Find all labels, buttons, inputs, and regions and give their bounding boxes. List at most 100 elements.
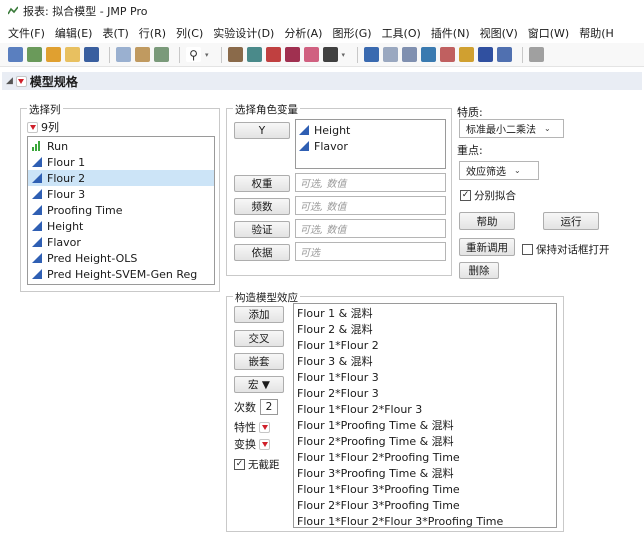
new-script-icon[interactable]: [27, 47, 42, 62]
paste-icon[interactable]: [135, 47, 150, 62]
model-effects-list[interactable]: Flour 1 & 混料 Flour 2 & 混料 Flour 1*Flour 2F…: [293, 303, 557, 528]
distribution-icon[interactable]: [227, 47, 243, 62]
red-triangle-menu-icon[interactable]: [27, 121, 38, 133]
effect-item[interactable]: Flour 3*Proofing Time & 混料: [294, 465, 556, 481]
list-item[interactable]: Flavor: [28, 234, 214, 250]
rows-icon[interactable]: [478, 47, 494, 62]
columns-list[interactable]: Run Flour 1 Flour 2 Flour 3 Proofing Time Hei…: [27, 136, 215, 285]
weight-field[interactable]: 可选, 数值: [295, 173, 446, 192]
red-triangle-menu-icon[interactable]: [259, 438, 270, 450]
menu-edit[interactable]: 编辑(E): [55, 25, 93, 41]
fit-model-icon[interactable]: [265, 47, 281, 62]
table-view-icon[interactable]: [402, 47, 418, 62]
columns-count: 9列: [41, 121, 59, 134]
menu-tools[interactable]: 工具(O): [382, 25, 421, 41]
validation-field[interactable]: 可选, 数值: [295, 219, 446, 238]
nest-button[interactable]: 嵌套: [234, 353, 284, 370]
effect-item[interactable]: Flour 1*Flour 3*Proofing Time: [294, 481, 556, 497]
list-item[interactable]: Pred Height-SVEM-Gen Reg: [28, 266, 214, 282]
weight-role-button[interactable]: 权重: [234, 175, 290, 192]
list-item[interactable]: Flour 2: [28, 170, 214, 186]
recall-button[interactable]: 重新调用: [459, 238, 515, 256]
journal-icon[interactable]: [497, 47, 513, 62]
new-data-table-icon[interactable]: [8, 47, 23, 62]
effect-item[interactable]: Flour 2*Flour 3: [294, 385, 556, 401]
remove-button[interactable]: 删除: [459, 262, 499, 279]
dashboard-icon[interactable]: [421, 47, 437, 62]
no-intercept-checkbox[interactable]: ✓: [234, 459, 245, 470]
list-item[interactable]: Run: [28, 138, 214, 154]
search-icon[interactable]: ⚲: [186, 47, 201, 62]
list-item[interactable]: Pred Height-OLS: [28, 250, 214, 266]
script-window-icon[interactable]: [154, 47, 169, 62]
effect-item[interactable]: Flour 2 & 混料: [294, 321, 556, 337]
help-button[interactable]: 帮助: [459, 212, 515, 230]
column-label: Flour 1: [47, 155, 86, 169]
copy-icon[interactable]: [116, 47, 131, 62]
cross-button[interactable]: 交叉: [234, 330, 284, 347]
fit-y-by-x-icon[interactable]: [246, 47, 262, 62]
graph-builder-icon[interactable]: [364, 47, 380, 62]
chevron-down-icon[interactable]: ▾: [205, 51, 209, 59]
menu-cols[interactable]: 列(C): [176, 25, 203, 41]
menu-view[interactable]: 视图(V): [480, 25, 518, 41]
effect-item[interactable]: Flour 1 & 混料: [294, 305, 556, 321]
sort-icon[interactable]: [322, 47, 338, 62]
effect-item[interactable]: Flour 3 & 混料: [294, 353, 556, 369]
chevron-down-icon[interactable]: ▾: [342, 51, 346, 59]
effect-item[interactable]: Flour 2*Flour 3*Proofing Time: [294, 497, 556, 513]
effect-item[interactable]: Flour 1*Proofing Time & 混料: [294, 417, 556, 433]
run-button[interactable]: 运行: [543, 212, 599, 230]
effect-item[interactable]: Flour 1*Flour 2*Proofing Time: [294, 449, 556, 465]
column-label: Flavor: [47, 235, 81, 249]
open-folder-icon[interactable]: [65, 47, 80, 62]
menu-help[interactable]: 帮助(H: [579, 25, 614, 41]
save-icon[interactable]: [84, 47, 99, 62]
red-triangle-menu-icon[interactable]: [259, 421, 270, 433]
freq-role-button[interactable]: 频数: [234, 198, 290, 215]
new-project-icon[interactable]: [46, 47, 61, 62]
bubble-plot-icon[interactable]: [440, 47, 456, 62]
macros-button[interactable]: 宏 ▼: [234, 376, 284, 393]
effect-item[interactable]: Flour 2*Proofing Time & 混料: [294, 433, 556, 449]
fit-separately-checkbox[interactable]: ✓: [460, 190, 471, 201]
y-role-button[interactable]: Y: [234, 122, 290, 139]
menu-window[interactable]: 窗口(W): [528, 25, 569, 41]
effect-item[interactable]: Flour 1*Flour 3: [294, 369, 556, 385]
menu-table[interactable]: 表(T): [102, 25, 128, 41]
y-role-list[interactable]: Height Flavor: [295, 119, 446, 169]
multivariate-icon[interactable]: [284, 47, 300, 62]
menu-rows[interactable]: 行(R): [139, 25, 166, 41]
by-role-button[interactable]: 依据: [234, 244, 290, 261]
validation-role-button[interactable]: 验证: [234, 221, 290, 238]
menu-graph[interactable]: 图形(G): [332, 25, 371, 41]
list-item[interactable]: Proofing Time: [28, 202, 214, 218]
layout-icon[interactable]: [529, 47, 545, 62]
freq-field[interactable]: 可选, 数值: [295, 196, 446, 215]
menu-file[interactable]: 文件(F): [8, 25, 45, 41]
list-item[interactable]: Flavor: [296, 138, 445, 154]
effect-item[interactable]: Flour 1*Flour 2*Flour 3: [294, 401, 556, 417]
tabulate-icon[interactable]: [383, 47, 399, 62]
continuous-icon: [32, 205, 42, 215]
degree-input[interactable]: 2: [260, 399, 278, 415]
menu-addins[interactable]: 插件(N): [431, 25, 470, 41]
disclosure-icon[interactable]: ◢: [6, 76, 13, 86]
list-item[interactable]: Flour 3: [28, 186, 214, 202]
by-field[interactable]: 可选: [295, 242, 446, 261]
columns-icon[interactable]: [459, 47, 475, 62]
menu-doe[interactable]: 实验设计(D): [213, 25, 274, 41]
list-item[interactable]: Flour 1: [28, 154, 214, 170]
time-series-icon[interactable]: [303, 47, 319, 62]
effect-item[interactable]: Flour 1*Flour 2: [294, 337, 556, 353]
personality-select[interactable]: 标准最小二乘法 ⌄: [459, 119, 564, 138]
list-item[interactable]: Height: [28, 218, 214, 234]
keep-dialog-open-checkbox[interactable]: [522, 244, 533, 255]
menu-analyze[interactable]: 分析(A): [284, 25, 322, 41]
list-item[interactable]: Height: [296, 122, 445, 138]
toolbar-separator: [109, 46, 110, 63]
emphasis-select[interactable]: 效应筛选 ⌄: [459, 161, 539, 180]
add-button[interactable]: 添加: [234, 306, 284, 323]
effect-item[interactable]: Flour 1*Flour 2*Flour 3*Proofing Time: [294, 513, 556, 529]
red-triangle-menu-icon[interactable]: [15, 75, 27, 87]
